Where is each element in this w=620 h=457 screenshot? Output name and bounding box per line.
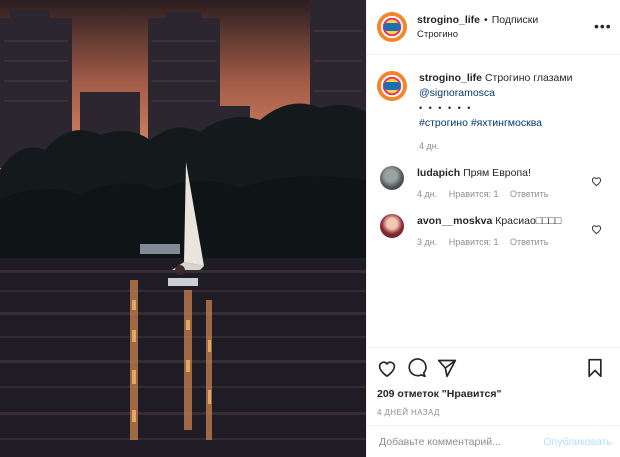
heart-icon[interactable] <box>377 359 397 377</box>
comment-username[interactable]: avon__moskva <box>417 215 492 227</box>
post-photo[interactable] <box>0 0 366 457</box>
bookmark-icon[interactable] <box>586 358 604 378</box>
caption-hashtags[interactable]: #строгино #яхтингмосква <box>419 116 610 131</box>
likes-count[interactable]: 209 отметок "Нравится" <box>377 388 610 400</box>
caption-dots: • • • • • • <box>419 103 473 113</box>
comment-reply-button[interactable]: Ответить <box>510 237 548 247</box>
post-actions: 209 отметок "Нравится" 4 ДНЕЙ НАЗАД <box>367 347 620 417</box>
caption-mention[interactable]: @signoramosca <box>419 86 610 101</box>
comment-like-heart-icon[interactable] <box>591 176 602 186</box>
comment-age: 4 дн. <box>417 189 438 199</box>
comment-text: Красиао□□□□ <box>495 215 562 227</box>
comment-text: Прям Европа! <box>463 167 531 179</box>
post-caption: strogino_life Строгино глазами @signoram… <box>367 55 620 154</box>
caption-avatar[interactable] <box>377 71 407 101</box>
publish-button[interactable]: Опубликовать <box>543 436 612 448</box>
post-header: strogino_life • Подписки Строгино ••• <box>367 0 620 55</box>
author-info: strogino_life • Подписки Строгино <box>417 14 610 40</box>
comment-likes[interactable]: Нравится: 1 <box>449 189 499 199</box>
post-viewer: strogino_life • Подписки Строгино ••• st… <box>0 0 620 457</box>
comment-like-heart-icon[interactable] <box>591 224 602 234</box>
separator-dot: • <box>484 14 488 26</box>
share-icon[interactable] <box>437 358 457 378</box>
post-details-panel: strogino_life • Подписки Строгино ••• st… <box>366 0 620 457</box>
comment-reply-button[interactable]: Ответить <box>510 189 548 199</box>
comment-likes[interactable]: Нравится: 1 <box>449 237 499 247</box>
sunset-sailboat-image <box>0 0 366 457</box>
add-comment-input[interactable] <box>379 435 544 448</box>
caption-username[interactable]: strogino_life <box>419 72 482 84</box>
caption-age: 4 дн. <box>419 141 440 151</box>
location-link[interactable]: Строгино <box>417 29 610 40</box>
caption-text: Строгино глазами <box>484 72 573 84</box>
add-comment-bar: Опубликовать <box>367 425 620 457</box>
author-avatar[interactable] <box>377 12 407 42</box>
post-date: 4 ДНЕЙ НАЗАД <box>377 408 440 417</box>
author-username[interactable]: strogino_life <box>417 14 480 26</box>
commenter-avatar[interactable] <box>380 166 404 190</box>
more-options-icon[interactable]: ••• <box>594 19 611 33</box>
comment-item: ludapich Прям Европа! 4 дн. Нравится: 1 … <box>367 154 620 202</box>
following-button[interactable]: Подписки <box>492 14 539 26</box>
comment-item: avon__moskva Красиао□□□□ 3 дн. Нравится:… <box>367 202 620 250</box>
comment-age: 3 дн. <box>417 237 438 247</box>
comment-icon[interactable] <box>407 358 427 378</box>
comment-username[interactable]: ludapich <box>417 167 460 179</box>
commenter-avatar[interactable] <box>380 214 404 238</box>
